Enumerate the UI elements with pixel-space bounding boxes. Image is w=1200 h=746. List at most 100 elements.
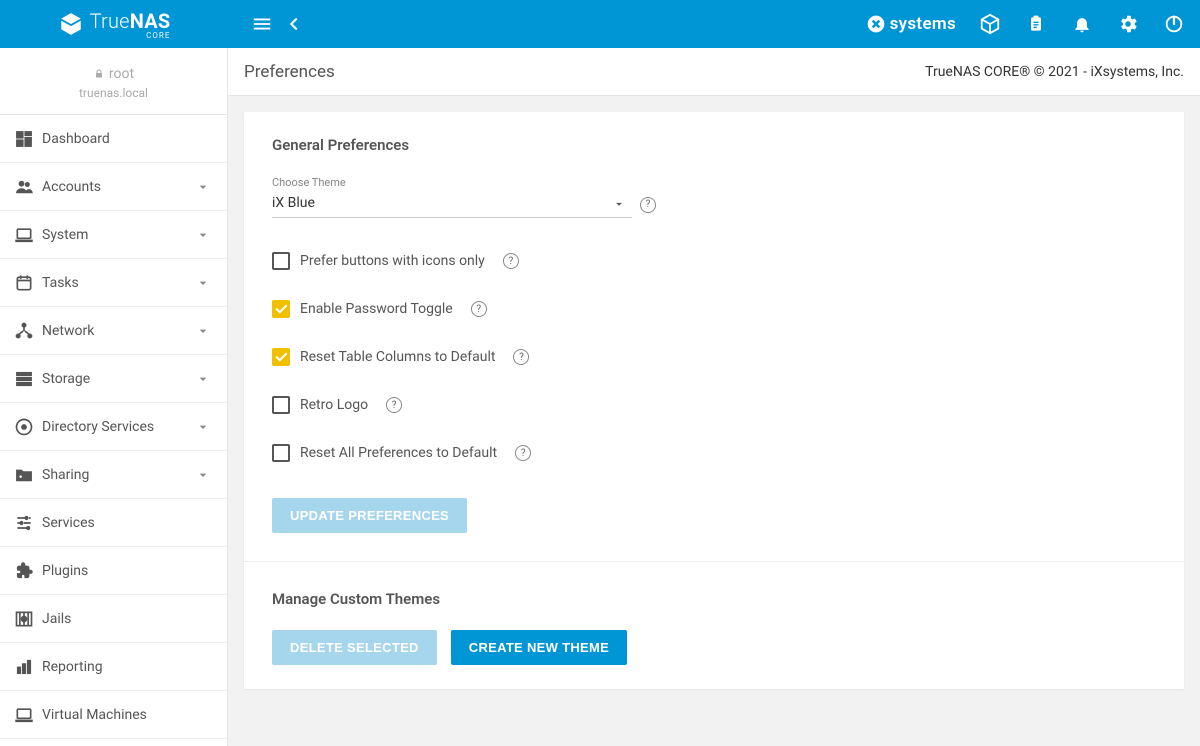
sidebar-item-label: Dashboard (42, 131, 211, 147)
sidebar-item-accounts[interactable]: Accounts (0, 163, 227, 211)
expand-caret-icon (195, 179, 211, 195)
user-host: truenas.local (8, 86, 219, 100)
vendor-mark-icon (866, 14, 886, 34)
brand-block[interactable]: TrueNAS CORE (0, 0, 228, 48)
laptop-icon (14, 705, 42, 725)
hamburger-button[interactable] (246, 8, 278, 40)
help-icon[interactable]: ? (503, 253, 519, 269)
storage-icon (14, 369, 42, 389)
update-preferences-button[interactable]: Update Preferences (272, 498, 467, 533)
tune-icon (14, 513, 42, 533)
sidebar-item-storage[interactable]: Storage (0, 355, 227, 403)
alerts-button[interactable] (1066, 8, 1098, 40)
manage-themes-heading: Manage Custom Themes (272, 590, 1156, 608)
sidebar-item-label: Storage (42, 371, 195, 387)
theme-help-icon[interactable]: ? (640, 197, 656, 213)
people-icon (14, 177, 42, 197)
expand-caret-icon (195, 371, 211, 387)
checkbox-enable-password-toggle[interactable] (272, 300, 290, 318)
sidebar-item-label: Accounts (42, 179, 195, 195)
pref-label: Reset Table Columns to Default (300, 349, 495, 365)
checkbox-reset-all-preferences-to-default[interactable] (272, 444, 290, 462)
brand-subtitle: CORE (90, 31, 171, 40)
sidebar-item-label: Jails (42, 611, 211, 627)
pref-row-enable-password-toggle: Enable Password Toggle? (272, 300, 1156, 318)
expand-caret-icon (195, 467, 211, 483)
sidebar-item-label: System (42, 227, 195, 243)
pref-row-reset-table-columns-to-default: Reset Table Columns to Default? (272, 348, 1156, 366)
general-prefs-heading: General Preferences (272, 136, 1156, 154)
theme-field-label: Choose Theme (272, 176, 1156, 189)
sidebar-item-label: Services (42, 515, 211, 531)
tasks-button[interactable] (1020, 8, 1052, 40)
brand-cube-icon (58, 11, 84, 37)
sidebar-item-label: Network (42, 323, 195, 339)
sidebar-item-label: Sharing (42, 467, 195, 483)
sidebar-item-dashboard[interactable]: Dashboard (0, 115, 227, 163)
sidebar-item-reporting[interactable]: Reporting (0, 643, 227, 691)
vendor-logo[interactable]: systems (866, 14, 956, 34)
sidebar-item-network[interactable]: Network (0, 307, 227, 355)
hub-icon (14, 321, 42, 341)
page-header: Preferences TrueNAS CORE® © 2021 - iXsys… (228, 48, 1200, 96)
help-icon[interactable]: ? (386, 397, 402, 413)
sidebar-item-plugins[interactable]: Plugins (0, 547, 227, 595)
pref-label: Reset All Preferences to Default (300, 445, 497, 461)
help-icon[interactable]: ? (471, 301, 487, 317)
sidebar-item-label: Directory Services (42, 419, 195, 435)
theme-select-value: iX Blue (272, 191, 632, 218)
sidebar-item-system[interactable]: System (0, 211, 227, 259)
main: Preferences TrueNAS CORE® © 2021 - iXsys… (228, 48, 1200, 746)
create-new-theme-button[interactable]: Create New Theme (451, 630, 627, 665)
checkbox-reset-table-columns-to-default[interactable] (272, 348, 290, 366)
divider (244, 561, 1184, 562)
laptop-icon (14, 225, 42, 245)
folder-icon (14, 465, 42, 485)
pref-label: Prefer buttons with icons only (300, 253, 485, 269)
sidebar: root truenas.local Dashboard Accounts Syst… (0, 48, 228, 746)
sidebar-item-tasks[interactable]: Tasks (0, 259, 227, 307)
page-copyright: TrueNAS CORE® © 2021 - iXsystems, Inc. (925, 64, 1184, 80)
vendor-text: systems (890, 14, 956, 34)
page-title: Preferences (244, 62, 335, 82)
truecommand-button[interactable] (974, 8, 1006, 40)
help-icon[interactable]: ? (515, 445, 531, 461)
pref-row-retro-logo: Retro Logo? (272, 396, 1156, 414)
calendar-icon (14, 273, 42, 293)
chart-icon (14, 657, 42, 677)
sidebar-item-virtual-machines[interactable]: Virtual Machines (0, 691, 227, 739)
jails-icon (14, 609, 42, 629)
back-button[interactable] (278, 8, 310, 40)
expand-caret-icon (195, 227, 211, 243)
extension-icon (14, 561, 42, 581)
topbar: TrueNAS CORE systems (0, 0, 1200, 48)
expand-caret-icon (195, 275, 211, 291)
pref-row-reset-all-preferences-to-default: Reset All Preferences to Default? (272, 444, 1156, 462)
nav-list: Dashboard Accounts System Tasks Network Stora… (0, 115, 227, 746)
dashboard-icon (14, 129, 42, 149)
expand-caret-icon (195, 419, 211, 435)
delete-selected-button[interactable]: Delete Selected (272, 630, 437, 665)
sidebar-item-jails[interactable]: Jails (0, 595, 227, 643)
user-name: root (109, 66, 134, 82)
sidebar-item-sharing[interactable]: Sharing (0, 451, 227, 499)
sidebar-item-label: Plugins (42, 563, 211, 579)
lock-icon (93, 68, 105, 80)
pref-label: Enable Password Toggle (300, 301, 453, 317)
sidebar-item-directory-services[interactable]: Directory Services (0, 403, 227, 451)
settings-button[interactable] (1112, 8, 1144, 40)
sidebar-item-services[interactable]: Services (0, 499, 227, 547)
power-button[interactable] (1158, 8, 1190, 40)
brand-title: TrueNAS (90, 9, 171, 33)
checkbox-prefer-buttons-with-icons-only[interactable] (272, 252, 290, 270)
sidebar-item-label: Reporting (42, 659, 211, 675)
checkbox-retro-logo[interactable] (272, 396, 290, 414)
preferences-card: General Preferences Choose Theme iX Blue… (244, 112, 1184, 689)
album-icon (14, 417, 42, 437)
expand-caret-icon (195, 323, 211, 339)
pref-row-prefer-buttons-with-icons-only: Prefer buttons with icons only? (272, 252, 1156, 270)
theme-select[interactable]: iX Blue (272, 191, 632, 218)
sidebar-item-label: Tasks (42, 275, 195, 291)
sidebar-item-label: Virtual Machines (42, 707, 211, 723)
help-icon[interactable]: ? (513, 349, 529, 365)
